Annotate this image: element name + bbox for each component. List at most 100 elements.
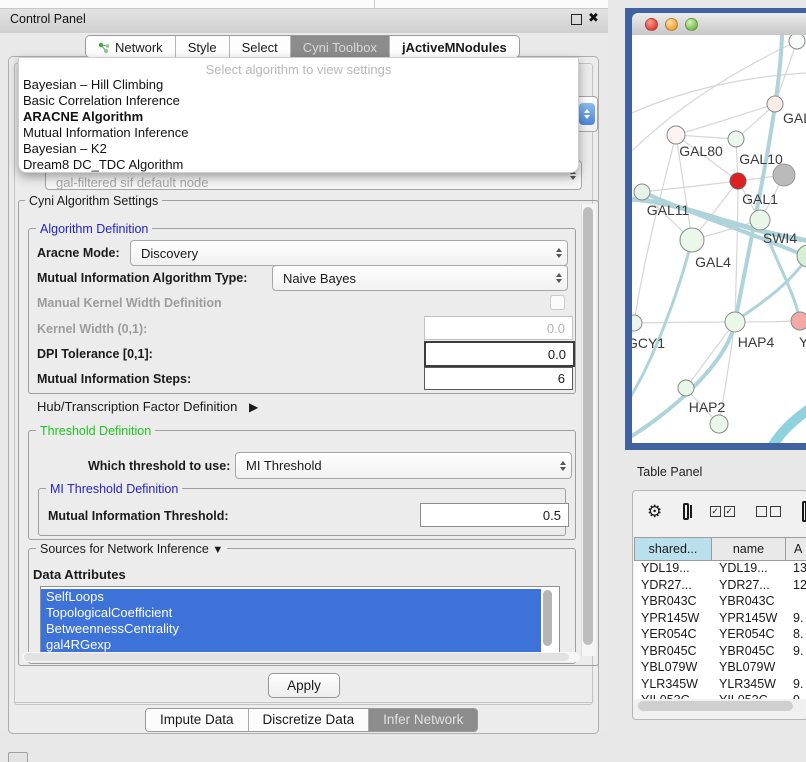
hub-definition-label: Hub/Transcription Factor Definition [37,399,237,414]
node-label: HAP4 [738,334,775,350]
algorithm-option[interactable]: Bayesian – Hill Climbing [23,77,163,92]
node-gal11 [634,184,650,200]
column-header-label: name [733,542,764,556]
mi-threshold-group-title: MI Threshold Definition [46,482,182,496]
node-gal10 [728,131,744,147]
control-panel-tabs: Network Style Select Cyni Toolbox jActiv… [85,35,520,58]
combo-arrows-icon [555,461,571,471]
node-gal4 [680,228,704,252]
dpi-tolerance-value: 0.0 [548,347,566,362]
mi-threshold-label: Mutual Information Threshold: [48,509,229,523]
aracne-mode-value: Discovery [131,246,551,261]
mi-steps-input[interactable]: 6 [424,367,573,390]
table-row[interactable]: YBL079WYBL079W [634,660,806,677]
kernel-width-input[interactable]: 0.0 [424,316,573,340]
node-label: SWI4 [763,230,797,246]
network-window-titlebar[interactable] [632,13,806,36]
float-window-icon[interactable] [571,14,582,25]
combo-arrows-icon [551,273,567,283]
which-threshold-combo[interactable]: MI Threshold [235,452,572,479]
tab-select[interactable]: Select [230,36,291,57]
data-attributes-label: Data Attributes [33,567,126,582]
tab-infer-network-label: Infer Network [383,712,463,727]
algorithm-option-selected[interactable]: ARACNE Algorithm [23,109,143,124]
node [767,96,783,112]
aracne-mode-label: Aracne Mode: [37,246,120,260]
table-row[interactable]: YDL19...YDL19...13 [634,561,806,578]
table-hscrollbar-thumb[interactable] [638,701,793,711]
gear-icon[interactable]: ⚙ [647,503,662,520]
apply-button[interactable]: Apply [268,673,340,698]
table-panel-title: Table Panel [637,465,702,479]
list-vscrollbar-thumb[interactable] [543,590,552,646]
tab-cyni-toolbox[interactable]: Cyni Toolbox [291,36,390,57]
tab-infer-network[interactable]: Infer Network [369,709,477,731]
select-all-checkboxes-icon[interactable]: ✓✓ [710,506,735,517]
column-header-name[interactable]: name [712,537,786,561]
list-item[interactable]: BetweennessCentrality [41,621,541,637]
zoom-traffic-light-icon[interactable] [685,18,698,31]
file-icon[interactable] [802,501,806,522]
algorithm-definition-title: Algorithm Definition [36,222,152,236]
table-panel: ⚙ ✓✓ shared... name A YDL19...YDL19...13… [632,490,806,720]
list-item[interactable]: SelfLoops [41,589,541,605]
aracne-mode-combo[interactable]: Discovery [130,240,568,266]
tab-impute-data[interactable]: Impute Data [146,709,249,731]
tab-discretize-data[interactable]: Discretize Data [249,709,370,731]
column-header-partial[interactable]: A [786,537,806,561]
algorithm-option[interactable]: Bayesian – K2 [23,141,107,156]
table-row[interactable]: YBR043CYBR043C [634,594,806,611]
algorithm-popup-placeholder: Select algorithm to view settings [19,62,578,77]
table-row[interactable]: YER054CYER054C8. [634,627,806,644]
control-panel-titlebar [0,8,608,34]
threshold-definition-title: Threshold Definition [36,424,155,438]
list-item[interactable]: gal4RGexp [41,637,541,653]
column-header-label: shared... [649,542,698,556]
table-row[interactable]: YDR27...YDR27...12 [634,578,806,595]
table-row[interactable]: YPR145WYPR145W9. [634,611,806,628]
which-threshold-value: MI Threshold [236,458,555,473]
data-attributes-list[interactable]: SelfLoops TopologicalCoefficient Between… [40,586,560,656]
top-strip-divider [374,0,375,8]
tab-impute-data-label: Impute Data [160,712,234,727]
settings-vscrollbar-thumb[interactable] [583,207,593,645]
node-label: GAL10 [739,151,783,167]
deselect-all-checkboxes-icon[interactable] [756,506,781,517]
tab-jactivemnodules[interactable]: jActiveMNodules [390,36,519,57]
column-header-label: A [794,542,802,556]
tab-network[interactable]: Network [86,36,176,57]
mi-algorithm-type-label: Mutual Information Algorithm Type: [37,271,247,285]
table-row[interactable]: YBR045CYBR045C9. [634,644,806,661]
mi-steps-label: Mutual Information Steps: [37,372,191,386]
dpi-tolerance-input[interactable]: 0.0 [424,341,575,367]
node [789,35,805,49]
minimize-traffic-light-icon[interactable] [665,18,678,31]
settings-hscrollbar-thumb[interactable] [24,653,569,661]
tab-jactivemnodules-label: jActiveMNodules [402,40,507,55]
which-threshold-label: Which threshold to use: [88,459,230,473]
sources-group-title[interactable]: Sources for Network Inference ▼ [36,542,227,556]
tab-discretize-data-label: Discretize Data [263,712,355,727]
network-graph: GAL GAL80 GAL10 GAL1 GAL11 SWI4 GAL4 GCY… [632,35,806,443]
network-canvas[interactable]: GAL GAL80 GAL10 GAL1 GAL11 SWI4 GAL4 GCY… [632,35,806,443]
tab-cyni-toolbox-label: Cyni Toolbox [303,40,377,55]
mi-algorithm-type-value: Naive Bayes [273,271,551,286]
mi-threshold-input[interactable]: 0.5 [420,503,569,527]
algorithm-option[interactable]: Basic Correlation Inference [23,93,180,108]
algorithm-option[interactable]: Mutual Information Inference [23,125,188,140]
mi-algorithm-type-combo[interactable]: Naive Bayes [272,265,568,291]
close-icon[interactable]: ✖ [588,10,599,26]
algorithm-option[interactable]: Dream8 DC_TDC Algorithm [23,157,183,172]
close-traffic-light-icon[interactable] [645,18,658,31]
hub-definition-expander[interactable]: Hub/Transcription Factor Definition ▶ [37,399,258,414]
tab-style[interactable]: Style [176,36,230,57]
table-row[interactable]: YIL052CYIL052C9. [634,693,806,699]
columns-icon[interactable] [683,503,688,520]
node-label: GAL80 [679,143,723,159]
list-item[interactable]: TopologicalCoefficient [41,605,541,621]
manual-kernel-width-checkbox[interactable] [550,295,565,310]
table-row[interactable]: YLR345WYLR345W9. [634,677,806,694]
node-gal1-red [730,173,746,189]
column-header-shared-name[interactable]: shared... [634,537,712,561]
network-view-window[interactable]: GAL GAL80 GAL10 GAL1 GAL11 SWI4 GAL4 GCY… [625,8,806,450]
